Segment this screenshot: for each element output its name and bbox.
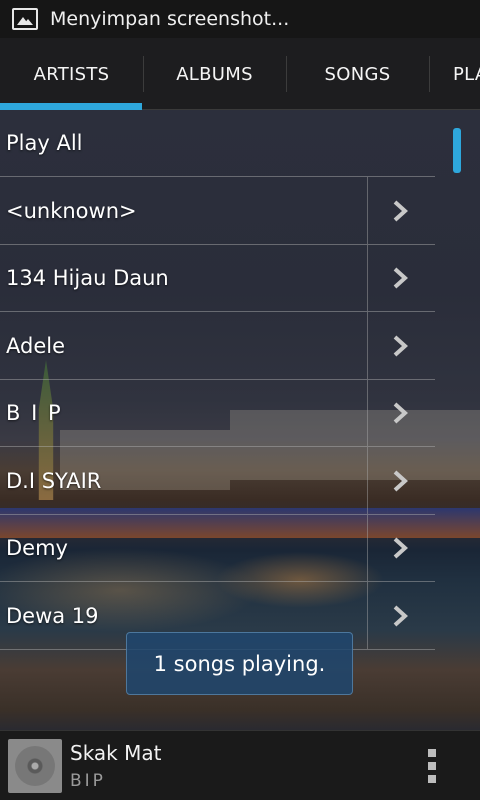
chevron-right-icon[interactable] (392, 470, 408, 492)
tab-playlists[interactable]: PLA (429, 38, 480, 110)
artist-name: 134 Hijau Daun (6, 266, 169, 290)
chevron-right-icon[interactable] (392, 537, 408, 559)
now-playing-title: Skak Mat (70, 741, 162, 765)
tab-songs[interactable]: SONGS (286, 38, 429, 110)
overflow-menu-icon[interactable] (424, 749, 440, 783)
row-divider (367, 245, 368, 311)
row-divider (367, 177, 368, 244)
now-playing-bar[interactable]: Skak Mat BIP (0, 730, 480, 800)
screenshot-image-icon (12, 8, 38, 30)
tab-artists[interactable]: ARTISTS (0, 38, 143, 110)
list-item[interactable]: 134 Hijau Daun (0, 245, 435, 312)
chevron-right-icon[interactable] (392, 267, 408, 289)
tab-bar: ARTISTS ALBUMS SONGS PLA (0, 38, 480, 110)
chevron-right-icon[interactable] (392, 605, 408, 627)
artist-name: D.I SYAIR (6, 468, 102, 493)
list-item[interactable]: D.I SYAIR (0, 447, 435, 515)
row-divider (367, 515, 368, 581)
menu-dot (428, 749, 436, 757)
artist-name: <unknown> (6, 198, 137, 223)
row-divider (367, 380, 368, 446)
menu-dot (428, 762, 436, 770)
artist-name: Adele (6, 333, 66, 358)
artist-name: Dewa 19 (6, 603, 99, 628)
chevron-right-icon[interactable] (392, 402, 408, 424)
list-item[interactable]: B I P (0, 380, 435, 447)
list-item[interactable]: Demy (0, 515, 435, 582)
play-all-row[interactable]: Play All (0, 110, 435, 177)
artist-name: Demy (6, 536, 68, 560)
status-notification-text: Menyimpan screenshot... (50, 8, 290, 30)
row-divider (367, 312, 368, 379)
scrollbar-thumb[interactable] (453, 128, 461, 173)
play-all-label: Play All (6, 131, 83, 155)
toast-message: 1 songs playing. (126, 632, 353, 695)
tab-albums[interactable]: ALBUMS (143, 38, 286, 110)
chevron-right-icon[interactable] (392, 200, 408, 222)
list-item[interactable]: <unknown> (0, 177, 435, 245)
row-divider (367, 582, 368, 649)
album-art[interactable] (8, 739, 62, 793)
now-playing-artist: BIP (70, 771, 106, 791)
artist-name: B I P (6, 401, 63, 425)
disc-icon (15, 746, 55, 786)
chevron-right-icon[interactable] (392, 335, 408, 357)
row-divider (367, 447, 368, 514)
menu-dot (428, 775, 436, 783)
list-item[interactable]: Adele (0, 312, 435, 380)
status-bar: Menyimpan screenshot... (0, 0, 480, 38)
